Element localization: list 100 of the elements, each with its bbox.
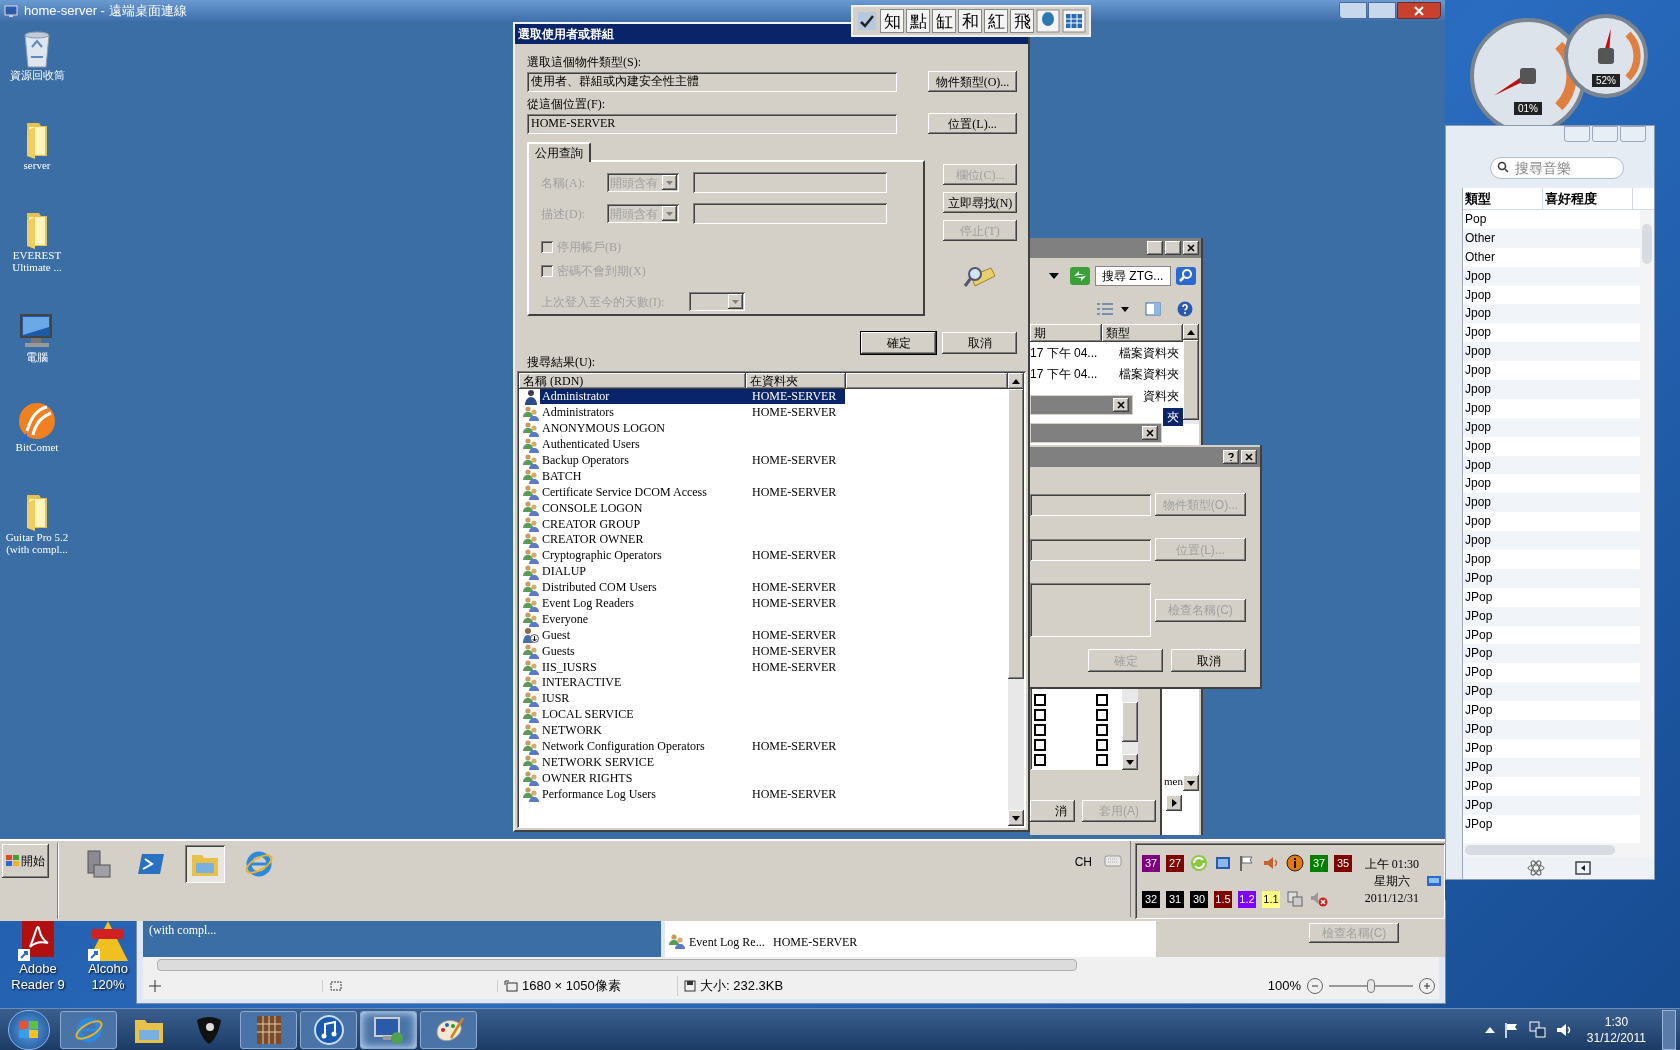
checkbox[interactable]	[1096, 694, 1108, 706]
quick-launch-button[interactable]	[185, 845, 225, 883]
name-cell[interactable]: IUSR	[540, 691, 750, 707]
desktop-icon-label[interactable]: BitComet	[2, 441, 72, 453]
grid-icon[interactable]	[1062, 9, 1086, 33]
desktop-icon-label[interactable]: 電腦	[2, 351, 72, 363]
network-card-icon[interactable]	[1214, 854, 1232, 872]
name-cell[interactable]: Cryptographic Operators	[540, 548, 750, 564]
start-button[interactable]: 開始	[2, 844, 49, 878]
readonly-field[interactable]: 使用者、群組或內建安全性主體	[527, 71, 897, 92]
column-header[interactable]: 期	[1030, 324, 1102, 342]
scrollbar[interactable]	[1122, 686, 1138, 770]
readonly-field[interactable]: HOME-SERVER	[527, 113, 897, 134]
text-field[interactable]	[693, 203, 887, 224]
close-button[interactable]	[1397, 2, 1441, 19]
checkbox[interactable]	[1096, 754, 1108, 766]
scroll-down-arrow-icon[interactable]	[1126, 759, 1134, 765]
mini-player-icon[interactable]	[1574, 861, 1591, 875]
name-cell[interactable]: DIALUP	[540, 564, 750, 580]
checkbox[interactable]	[1096, 739, 1108, 751]
clock-time[interactable]: 1:30	[1604, 1013, 1629, 1030]
checkbox[interactable]	[1096, 709, 1108, 721]
desktop-icon-label[interactable]: 資源回收筒	[2, 69, 72, 81]
start-button[interactable]	[8, 1009, 50, 1050]
name-cell[interactable]: CONSOLE LOGON	[540, 500, 750, 516]
text-field[interactable]	[1030, 583, 1151, 637]
desktop-icon-label[interactable]: Guitar Pro 5.2 (with compl...	[2, 531, 72, 555]
speaker-icon[interactable]	[1262, 854, 1280, 872]
clock-date[interactable]: 2011/12/31	[1364, 889, 1419, 907]
cancel-button[interactable]: 取消	[942, 332, 1017, 354]
tray-badge[interactable]: 37	[1142, 854, 1160, 872]
minimize-button[interactable]	[1147, 241, 1163, 255]
desktop-icon-label[interactable]: Adobe Reader 9	[11, 961, 65, 993]
scroll-down-arrow-icon[interactable]	[1012, 815, 1020, 821]
scroll-right-arrow-icon[interactable]	[1171, 799, 1177, 807]
clock-date[interactable]: 31/12/2011	[1586, 1029, 1646, 1046]
text-field[interactable]	[693, 172, 887, 193]
checkbox[interactable]	[1034, 754, 1046, 766]
taskbar-button[interactable]	[360, 1010, 417, 1049]
checkbox[interactable]	[1096, 724, 1108, 736]
show-hidden-icons[interactable]	[1484, 1026, 1495, 1033]
name-cell[interactable]: Administrator	[540, 389, 750, 405]
text-field[interactable]	[1030, 538, 1151, 561]
atom-icon[interactable]	[1526, 859, 1545, 877]
name-cell[interactable]: Performance Log Users	[540, 786, 750, 802]
search-icon[interactable]	[1175, 266, 1197, 286]
name-cell[interactable]: Everyone	[540, 611, 750, 627]
zoom-slider[interactable]	[1329, 978, 1413, 994]
checkbox[interactable]	[1034, 694, 1046, 706]
flag-icon[interactable]	[1238, 854, 1256, 872]
search-field[interactable]: 搜尋音樂	[1490, 157, 1624, 179]
scrollbar[interactable]	[1008, 373, 1024, 826]
close-button[interactable]	[1241, 450, 1257, 464]
tray-badge[interactable]: 35	[1334, 854, 1352, 872]
ime-logo-icon[interactable]	[856, 10, 878, 32]
text-field[interactable]	[1030, 493, 1151, 516]
clock-time[interactable]: 上午 01:30	[1364, 855, 1419, 873]
name-cell[interactable]: Authenticated Users	[540, 437, 750, 453]
column-header[interactable]: 類型	[1463, 188, 1543, 209]
days-dropdown[interactable]	[689, 292, 745, 311]
name-cell[interactable]: CREATOR GROUP	[540, 516, 750, 532]
ime-key[interactable]: 和	[958, 9, 982, 33]
scroll-down-arrow-icon[interactable]	[1187, 780, 1195, 786]
caret-icon[interactable]	[1049, 273, 1059, 279]
ime-key[interactable]: 紅	[984, 9, 1008, 33]
ime-key[interactable]: 點	[906, 9, 930, 33]
preview-pane-icon[interactable]	[1145, 302, 1161, 316]
scrollbar[interactable]	[1183, 324, 1199, 424]
ime-key[interactable]: 知	[880, 9, 904, 33]
network-icon[interactable]	[1528, 1020, 1547, 1039]
taskbar-button[interactable]	[300, 1010, 357, 1049]
maximize-button[interactable]	[1165, 241, 1181, 255]
refresh-icon[interactable]	[1069, 266, 1091, 286]
taskbar-button[interactable]	[420, 1010, 477, 1049]
column-header[interactable]: 類型	[1102, 324, 1183, 342]
help-icon[interactable]	[1177, 301, 1193, 317]
close-button[interactable]	[1142, 426, 1158, 440]
search-field[interactable]: 搜尋 ZTG...	[1095, 266, 1171, 286]
column-header[interactable]: 喜好程度	[1543, 188, 1633, 209]
name-cell[interactable]: OWNER RIGHTS	[540, 770, 750, 786]
checkbox[interactable]	[1034, 739, 1046, 751]
scroll-up-arrow-icon[interactable]	[1012, 378, 1020, 384]
name-cell[interactable]: Network Configuration Operators	[540, 739, 750, 755]
tray-badge[interactable]: 37	[1310, 854, 1328, 872]
checkbox[interactable]	[1034, 709, 1046, 721]
tray-badge[interactable]: 30	[1190, 890, 1208, 908]
tab[interactable]: 公用查詢	[527, 142, 591, 162]
horizontal-scrollbar[interactable]	[1463, 843, 1654, 857]
name-cell[interactable]: Certificate Service DCOM Access	[540, 484, 750, 500]
object-types-button[interactable]: 物件類型(O)...	[928, 71, 1017, 92]
name-cell[interactable]: NETWORK SERVICE	[540, 754, 750, 770]
name-cell[interactable]: Guest	[540, 627, 750, 643]
desktop-icon-label[interactable]: EVEREST Ultimate ...	[2, 249, 72, 273]
locations-button[interactable]: 位置(L)...	[928, 113, 1017, 134]
desktop-icon[interactable]	[1427, 875, 1441, 887]
horizontal-scrollbar[interactable]	[143, 957, 1439, 973]
name-cell[interactable]: LOCAL SERVICE	[540, 707, 750, 723]
tray-badge[interactable]: 1.5	[1214, 890, 1232, 908]
muted-speaker-icon[interactable]	[1310, 890, 1328, 908]
cancel-button[interactable]: 消	[1030, 800, 1075, 822]
